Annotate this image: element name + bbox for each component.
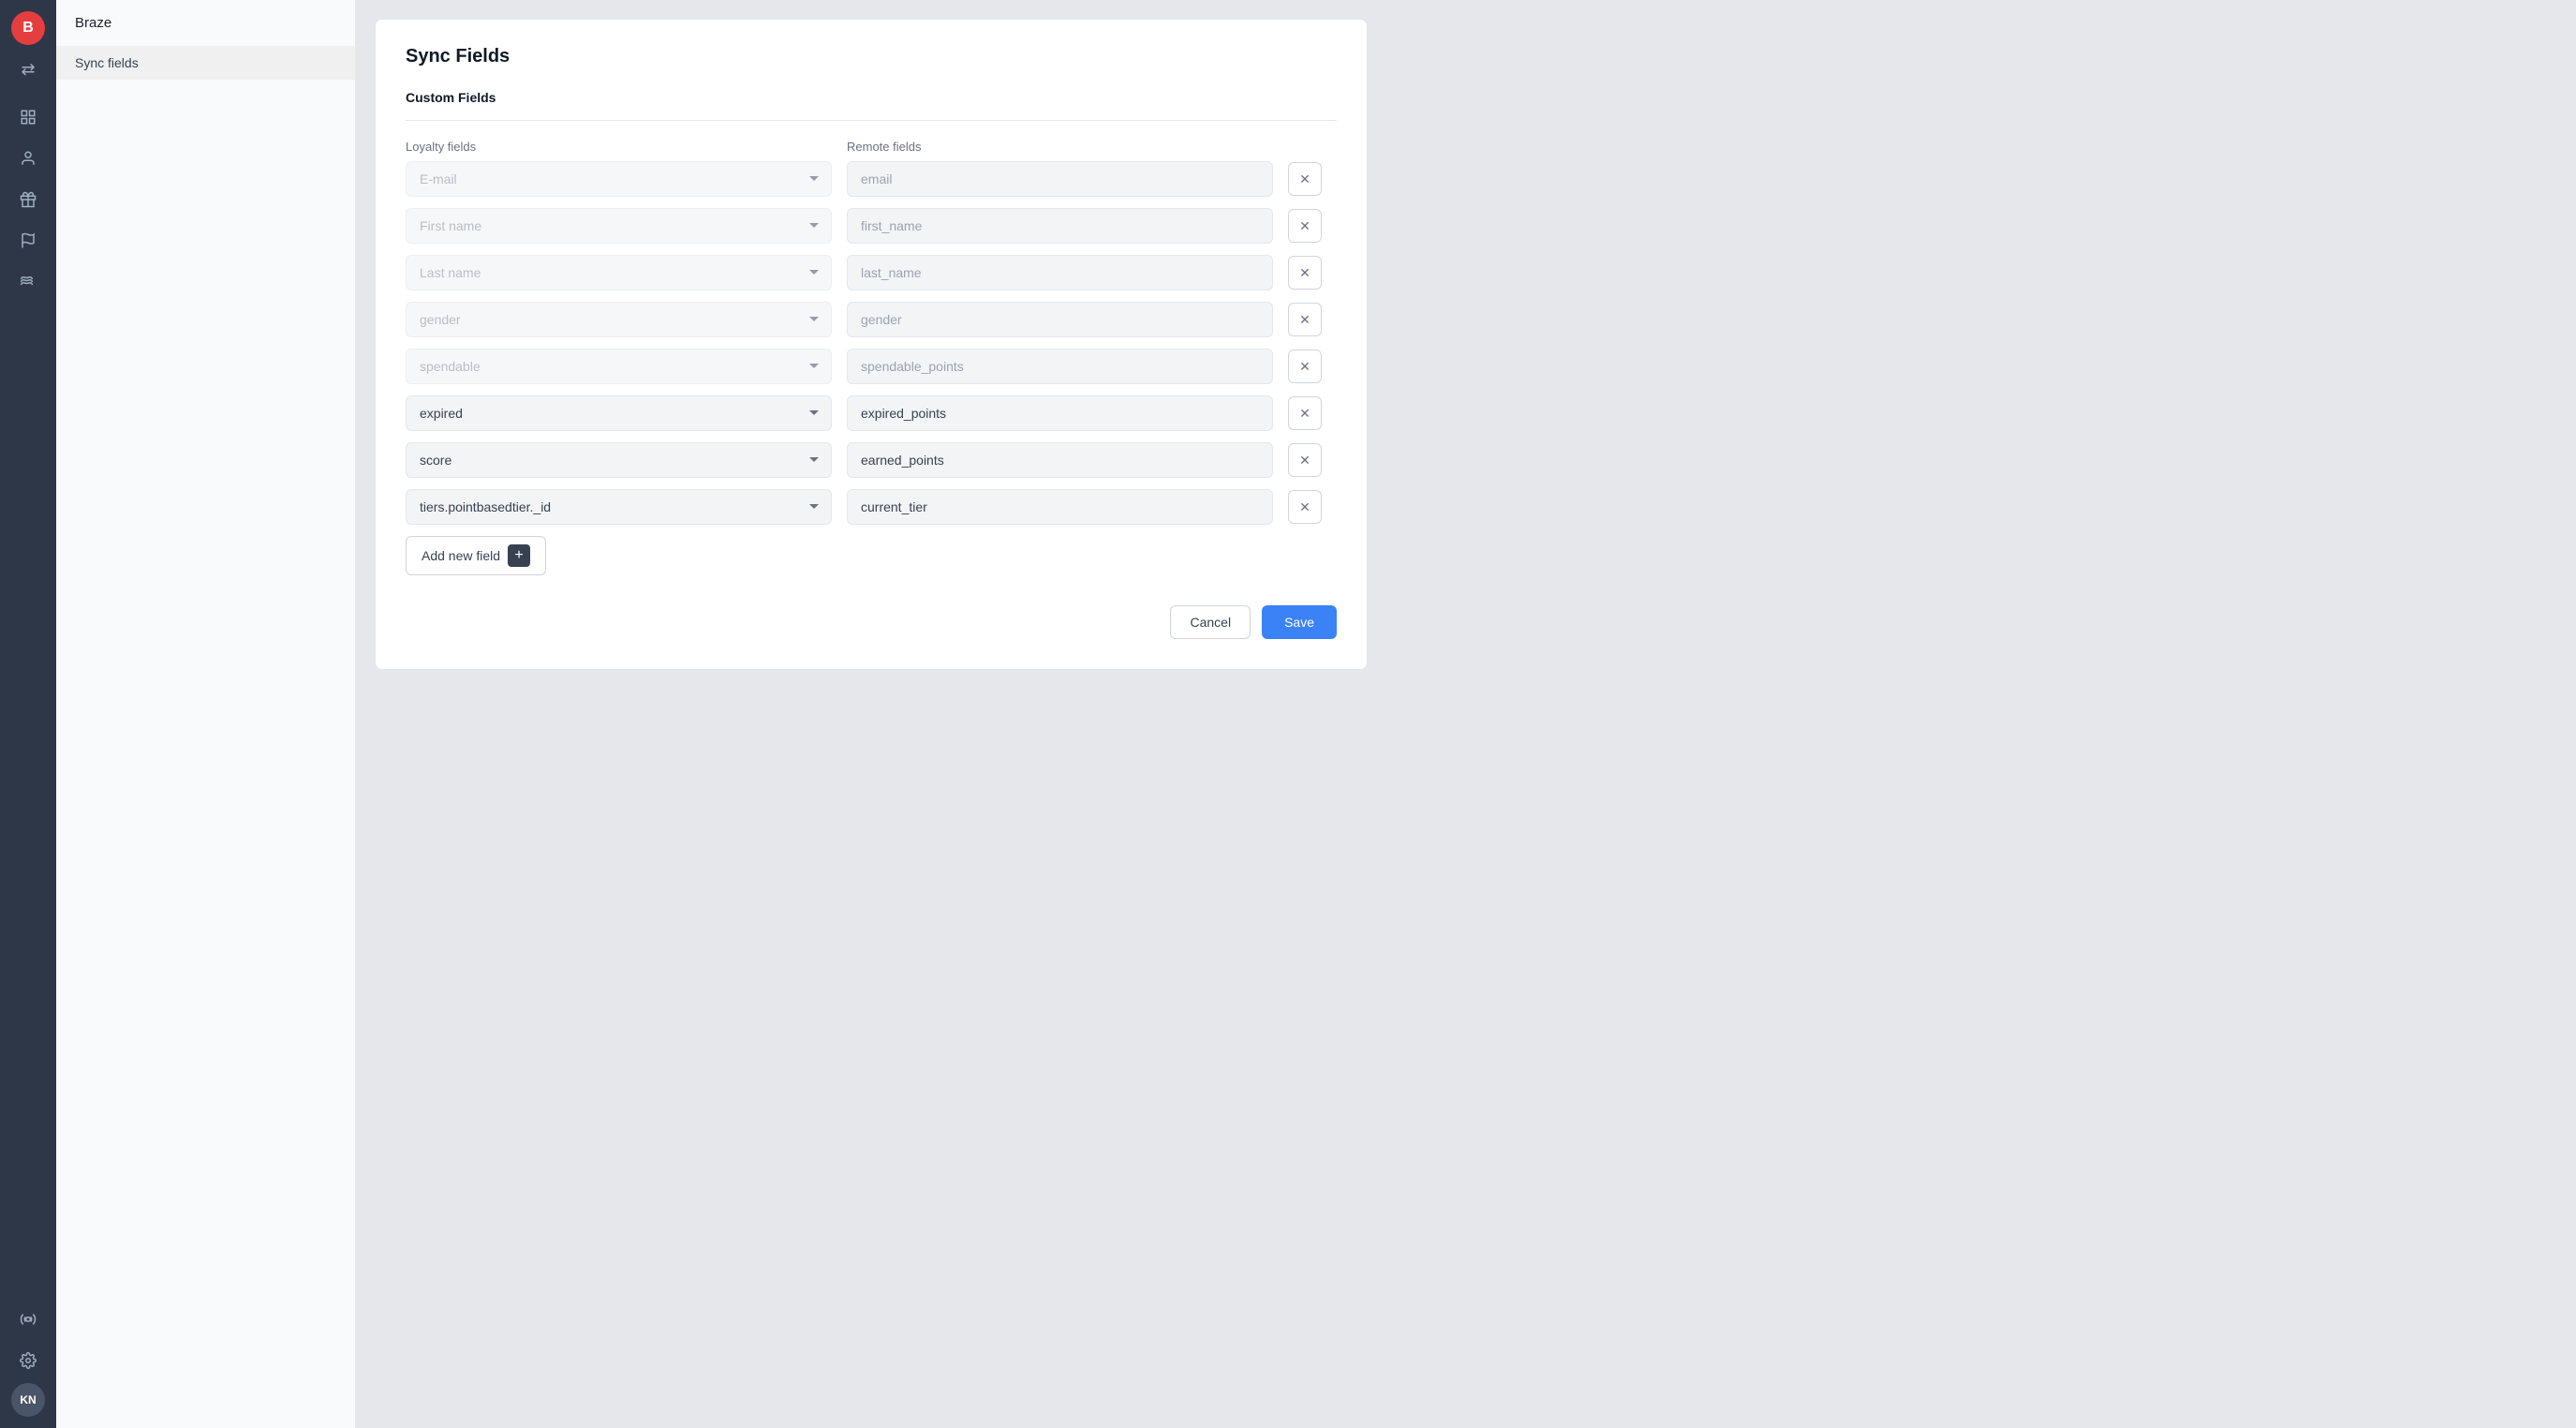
remote-fields-label: Remote fields <box>847 140 1273 154</box>
table-row: E-mail ✕ <box>406 161 1337 197</box>
divider <box>406 120 1337 121</box>
table-row: gender ✕ <box>406 302 1337 337</box>
save-button[interactable]: Save <box>1262 605 1337 639</box>
remove-field-button-6[interactable]: ✕ <box>1288 443 1322 477</box>
table-row: spendable ✕ <box>406 349 1337 384</box>
add-new-field-button[interactable]: Add new field + <box>406 536 546 575</box>
loyalty-field-select-0[interactable]: E-mail <box>406 161 832 197</box>
loyalty-field-select-2[interactable]: Last name <box>406 255 832 290</box>
sync-fields-nav-item[interactable]: Sync fields <box>56 46 355 80</box>
user-avatar[interactable]: KN <box>11 1383 45 1417</box>
remote-field-input-6[interactable] <box>847 442 1273 478</box>
app-name: Braze <box>56 0 355 46</box>
fields-header: Loyalty fields Remote fields <box>406 140 1337 154</box>
page-title: Sync Fields <box>406 46 1337 67</box>
add-field-label: Add new field <box>422 548 500 563</box>
app-logo[interactable]: Braze B <box>11 11 45 45</box>
add-icon: + <box>508 544 530 567</box>
remote-field-input-7[interactable] <box>847 489 1273 525</box>
table-row: First name ✕ <box>406 208 1337 244</box>
sidebar-item-waves[interactable] <box>9 263 47 301</box>
remote-field-input-4[interactable] <box>847 349 1273 384</box>
table-row: Last name ✕ <box>406 255 1337 290</box>
sidebar-item-gifts[interactable] <box>9 181 47 218</box>
table-row: tiers.pointbasedtier._id ✕ <box>406 489 1337 525</box>
remove-field-button-5[interactable]: ✕ <box>1288 396 1322 430</box>
main-content: Sync Fields Custom Fields Loyalty fields… <box>356 0 2576 1428</box>
card-footer: Cancel Save <box>406 605 1337 639</box>
remote-field-input-1[interactable] <box>847 208 1273 244</box>
sidebar-item-settings[interactable] <box>9 1342 47 1379</box>
sidebar-item-integrations[interactable] <box>9 1301 47 1338</box>
table-row: score ✕ <box>406 442 1337 478</box>
remove-field-button-7[interactable]: ✕ <box>1288 490 1322 524</box>
section-title: Custom Fields <box>406 90 1337 105</box>
remote-field-input-5[interactable] <box>847 395 1273 431</box>
loyalty-field-select-6[interactable]: score <box>406 442 832 478</box>
sidebar-toggle-icon[interactable]: ⇄ <box>17 56 38 83</box>
sidebar-nav <box>9 98 47 1293</box>
sidebar-item-dashboard[interactable] <box>9 98 47 136</box>
remote-field-input-0[interactable] <box>847 161 1273 197</box>
loyalty-field-select-7[interactable]: tiers.pointbasedtier._id <box>406 489 832 525</box>
table-row: expired ✕ <box>406 395 1337 431</box>
sync-fields-card: Sync Fields Custom Fields Loyalty fields… <box>375 19 1368 670</box>
sidebar-item-flags[interactable] <box>9 222 47 260</box>
sidebar: Braze B ⇄ KN <box>0 0 56 1428</box>
remove-field-button-1[interactable]: ✕ <box>1288 209 1322 243</box>
left-panel: Braze Sync fields <box>56 0 356 1428</box>
sidebar-bottom: KN <box>9 1301 47 1417</box>
field-rows-container: E-mail ✕ First name ✕ Last name ✕ gender… <box>406 161 1337 525</box>
remote-field-input-2[interactable] <box>847 255 1273 290</box>
sidebar-item-people[interactable] <box>9 140 47 177</box>
remove-field-button-0[interactable]: ✕ <box>1288 162 1322 196</box>
remove-field-button-2[interactable]: ✕ <box>1288 256 1322 290</box>
remote-field-input-3[interactable] <box>847 302 1273 337</box>
remove-field-button-3[interactable]: ✕ <box>1288 303 1322 336</box>
remove-field-button-4[interactable]: ✕ <box>1288 350 1322 383</box>
cancel-button[interactable]: Cancel <box>1170 605 1251 639</box>
loyalty-field-select-1[interactable]: First name <box>406 208 832 244</box>
loyalty-fields-label: Loyalty fields <box>406 140 832 154</box>
loyalty-field-select-5[interactable]: expired <box>406 395 832 431</box>
loyalty-field-select-3[interactable]: gender <box>406 302 832 337</box>
loyalty-field-select-4[interactable]: spendable <box>406 349 832 384</box>
